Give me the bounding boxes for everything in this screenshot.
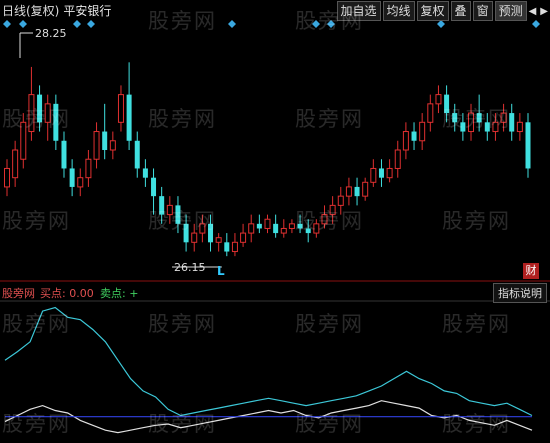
candle-body xyxy=(61,140,67,169)
candle-body xyxy=(166,204,173,216)
candle-body xyxy=(199,223,206,234)
chart-window[interactable]: 日线(复权) 平安银行 加自选 均线 复权 叠 窗 预测 ◀ ▶ 28.25 26… xyxy=(0,0,550,443)
event-diamond-icon xyxy=(3,20,11,28)
candle-body xyxy=(362,181,369,197)
candle-body xyxy=(516,121,523,133)
sell-point-label: 卖点: + xyxy=(100,287,139,300)
candle-body xyxy=(273,223,279,234)
candle-body xyxy=(419,121,426,142)
candle-body xyxy=(288,223,295,229)
candle-body xyxy=(525,122,531,169)
candle-body xyxy=(231,241,238,253)
candle-body xyxy=(427,103,434,123)
candle-body xyxy=(240,232,247,243)
moving-average-button[interactable]: 均线 xyxy=(382,1,415,21)
candle-body xyxy=(354,186,360,197)
add-watchlist-button[interactable]: 加自选 xyxy=(336,1,381,21)
chart-title: 日线(复权) 平安银行 xyxy=(2,2,111,19)
candle-body xyxy=(345,186,352,197)
candle-body xyxy=(85,158,92,179)
stock-name: 平安银行 xyxy=(63,4,112,18)
candle-body xyxy=(329,204,336,216)
candle-body xyxy=(280,227,287,234)
candle-body xyxy=(337,195,344,206)
high-price-label: 28.25 xyxy=(35,27,67,40)
candle-body xyxy=(468,112,475,133)
candle-body xyxy=(492,121,499,133)
candle-body xyxy=(44,103,51,123)
candle-body xyxy=(175,205,181,224)
candle-body xyxy=(248,223,255,234)
candle-body xyxy=(126,94,132,141)
candle-body xyxy=(386,167,393,179)
event-diamond-icon xyxy=(87,20,95,28)
candle-body xyxy=(370,167,377,183)
indicator-name[interactable]: 股旁网 xyxy=(2,285,35,301)
candle-body xyxy=(444,94,450,114)
candle-body xyxy=(102,131,108,150)
candle-body xyxy=(151,177,157,197)
candle-body xyxy=(183,223,189,243)
indicator-cyan-line xyxy=(4,306,533,417)
candle-body xyxy=(452,113,458,123)
candle-body xyxy=(12,149,19,179)
candle-body xyxy=(224,242,230,252)
candle-body xyxy=(159,196,165,215)
toolbar: 加自选 均线 复权 叠 窗 预测 ◀ ▶ xyxy=(335,0,550,22)
candle-body xyxy=(142,168,148,178)
event-diamond-icon xyxy=(312,20,320,28)
candle-body xyxy=(411,131,417,141)
finance-badge[interactable]: 财 xyxy=(523,263,539,279)
candle-body xyxy=(28,94,35,133)
arrow-right-icon[interactable]: ▶ xyxy=(540,6,548,17)
candle-body xyxy=(77,177,84,188)
indicator-help-button[interactable]: 指标说明 xyxy=(493,283,547,303)
candle-body xyxy=(321,214,328,225)
candle-body xyxy=(4,167,10,188)
candle-body xyxy=(509,113,515,132)
event-diamond-icon xyxy=(228,20,236,28)
candle-body xyxy=(460,122,466,132)
candle-body xyxy=(93,131,100,160)
candle-body xyxy=(191,232,198,243)
adjust-button[interactable]: 复权 xyxy=(416,1,449,21)
arrow-left-icon[interactable]: ◀ xyxy=(529,6,537,17)
l-marker: L xyxy=(217,264,225,278)
candle-body xyxy=(256,223,262,229)
candle-body xyxy=(117,94,124,123)
candle-body xyxy=(394,149,401,169)
candle-body xyxy=(476,113,482,123)
event-diamond-icon xyxy=(73,20,81,28)
candle-body xyxy=(305,228,311,234)
period-label: 日线(复权) xyxy=(2,4,60,18)
candle-body xyxy=(313,223,320,234)
event-diamond-icon xyxy=(19,20,27,28)
window-button[interactable]: 窗 xyxy=(472,1,493,21)
candle-body xyxy=(378,168,384,178)
chart-canvas[interactable] xyxy=(0,0,550,443)
candle-body xyxy=(264,218,271,229)
candle-body xyxy=(297,223,303,229)
candle-body xyxy=(435,94,442,105)
candle-body xyxy=(402,131,409,151)
candle-body xyxy=(109,140,116,151)
overlay-button[interactable]: 叠 xyxy=(450,1,471,21)
candle-body xyxy=(484,122,490,132)
indicator-bar: 股旁网 买点: 0.00 卖点: + 指标说明 xyxy=(0,283,550,303)
candle-body xyxy=(69,168,75,187)
buy-point-label: 买点: 0.00 xyxy=(40,287,94,300)
low-price-label: 26.15 xyxy=(174,261,206,274)
candle-body xyxy=(208,223,214,243)
candle-body xyxy=(20,121,27,160)
candle-body xyxy=(134,140,140,169)
candle-body xyxy=(500,112,507,123)
candle-body xyxy=(53,103,59,141)
forecast-button[interactable]: 预测 xyxy=(494,1,527,21)
candle-body xyxy=(215,237,222,243)
candle-body xyxy=(37,94,43,123)
